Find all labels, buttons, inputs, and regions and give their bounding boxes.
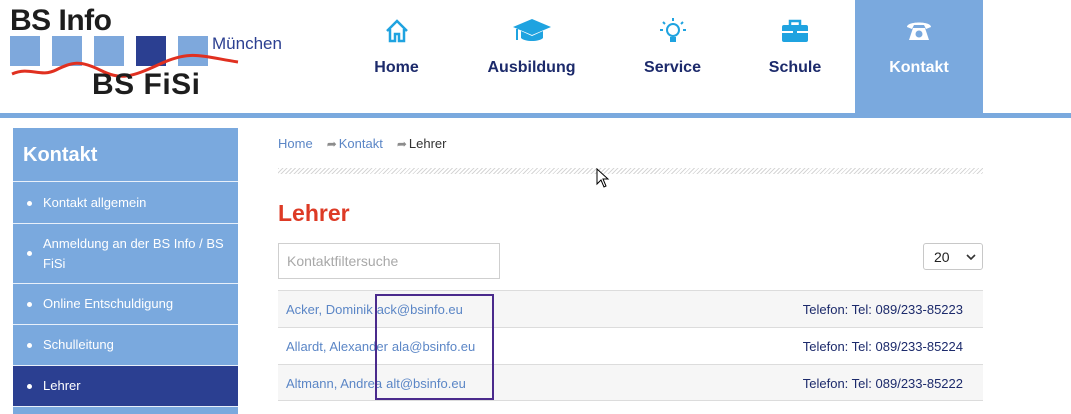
mouse-cursor-icon <box>596 168 610 188</box>
sidebar-item-label: Schulleitung <box>43 337 114 352</box>
nav-label: Service <box>644 59 701 76</box>
nav-label: Home <box>374 59 419 76</box>
bullet-icon <box>27 251 32 256</box>
nav-item-ausbildung[interactable]: Ausbildung <box>470 0 593 113</box>
nav-item-kontakt[interactable]: Kontakt <box>855 0 983 113</box>
logo-text-bottom: BS FiSi <box>92 68 201 101</box>
bullet-icon <box>27 200 32 206</box>
telephone-icon <box>855 14 983 48</box>
sidebar-item-label: Anmeldung an der BS Info / BS FiSi <box>43 235 224 271</box>
contact-phone: Telefon: Tel: 089/233-85224 <box>802 339 963 354</box>
page-size-value: 20 <box>934 248 950 265</box>
site-header: BS Info München BS FiSi Home Ausbildung <box>0 0 1071 113</box>
sidebar-item-lehrer[interactable]: Lehrer <box>13 366 238 407</box>
nav-label: Ausbildung <box>487 59 576 76</box>
hatched-divider <box>278 168 983 174</box>
briefcase-icon <box>750 14 840 48</box>
contact-name-link[interactable]: Allardt, Alexander <box>286 339 388 354</box>
contact-name-link[interactable]: Acker, Dominik <box>286 302 373 317</box>
sidebar-item-label: Lehrer <box>43 378 81 393</box>
nav-item-schule[interactable]: Schule <box>750 0 840 113</box>
logo-text-top: BS Info <box>10 4 112 37</box>
breadcrumb: Home ➦ Kontakt ➦ Lehrer <box>278 136 446 151</box>
breadcrumb-current: Lehrer <box>408 136 447 151</box>
contact-phone: Telefon: Tel: 089/233-85222 <box>802 376 963 391</box>
sidebar-item-kontakt-allgemein[interactable]: Kontakt allgemein <box>13 183 238 224</box>
breadcrumb-home[interactable]: Home <box>278 136 313 151</box>
nav-label: Kontakt <box>889 59 949 76</box>
sidebar: Kontakt Kontakt allgemein Anmeldung an d… <box>13 128 238 414</box>
bullet-icon <box>27 383 32 389</box>
sidebar-title: Kontakt <box>13 128 238 182</box>
chevron-down-icon <box>966 253 976 260</box>
sidebar-item-label: Online Entschuldigung <box>43 296 174 311</box>
contact-phone: Telefon: Tel: 089/233-85223 <box>802 302 963 317</box>
bullet-icon <box>27 301 32 307</box>
home-icon <box>350 14 443 48</box>
lightbulb-icon <box>625 14 720 48</box>
contact-name-link[interactable]: Altmann, Andrea <box>286 376 382 391</box>
contact-filter-search-input[interactable] <box>278 243 500 279</box>
page-title: Lehrer <box>278 200 350 226</box>
sidebar-item-schulleitung[interactable]: Schulleitung <box>13 325 238 366</box>
nav-item-home[interactable]: Home <box>350 0 443 113</box>
sidebar-item-label: Kontakt allgemein <box>43 195 147 210</box>
selection-highlight-box <box>375 294 494 400</box>
nav-item-service[interactable]: Service <box>625 0 720 113</box>
header-divider <box>0 113 1071 118</box>
logo-city: München <box>212 34 282 53</box>
bullet-icon <box>27 342 32 348</box>
school-logo[interactable]: BS Info München BS FiSi <box>10 6 300 102</box>
page-size-select[interactable]: 20 <box>923 243 983 270</box>
share-arrow-icon: ➦ <box>396 136 407 151</box>
nav-label: Schule <box>768 59 822 76</box>
graduation-cap-icon <box>470 14 593 48</box>
breadcrumb-kontakt[interactable]: Kontakt <box>339 136 383 151</box>
sidebar-item-anmeldung[interactable]: Anmeldung an der BS Info / BS FiSi <box>13 224 238 284</box>
sidebar-item-online-entschuldigung[interactable]: Online Entschuldigung <box>13 284 238 325</box>
share-arrow-icon: ➦ <box>326 136 337 151</box>
